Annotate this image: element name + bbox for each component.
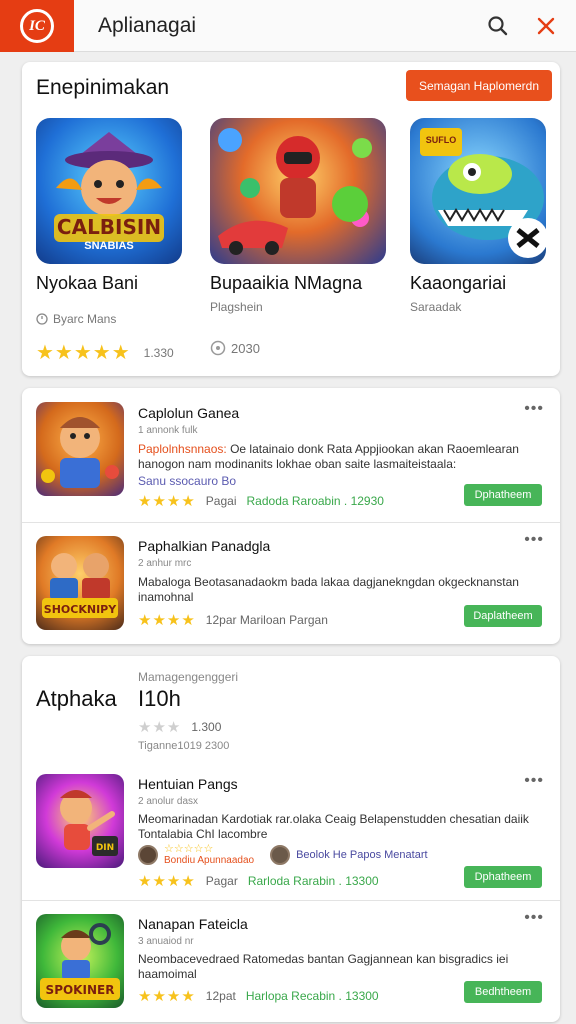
featured-action-button[interactable]: Semagan Haplomerdn: [406, 70, 552, 101]
list-item[interactable]: SPOKINER Nanapan Fateicla ••• 3 anuaiod …: [22, 901, 560, 1022]
app-rating: ★★★★ 12pat Harlopa Recabin . 13300: [138, 987, 379, 1005]
featured-item[interactable]: SUFLO Kaaongariai Saraadak: [410, 118, 558, 368]
featured-rating-value: 2030: [231, 340, 260, 356]
list-item[interactable]: Caplolun Ganea ••• 1 annonk fulk Paploln…: [22, 388, 560, 522]
close-icon[interactable]: [532, 12, 560, 40]
app-section-card: Mamagengenggeri Atphaka I10h ★★★ 1.300 T…: [22, 656, 560, 1022]
rating-label: 12pat: [205, 989, 236, 1003]
app-title[interactable]: Caplolun Ganea: [138, 405, 239, 421]
featured-meta-text: Byarc Mans: [53, 312, 117, 326]
featured-art-title: CALBISIN: [56, 215, 162, 239]
get-button[interactable]: Dphatheem: [464, 484, 542, 506]
featured-art-subtitle: SNABIAS: [84, 240, 134, 252]
author-secondary: Beolok He Papos Menatart: [296, 849, 428, 861]
author-stars: ☆☆☆☆☆: [164, 843, 214, 855]
section-kicker: Mamagengenggeri: [138, 670, 239, 684]
featured-rating-value: 1.330: [143, 345, 174, 360]
star-rating: ★★★★: [138, 612, 196, 629]
app-tag: Sanu ssocauro Bo: [138, 474, 237, 488]
logo-icon: IC: [20, 9, 54, 43]
search-icon[interactable]: [484, 12, 512, 40]
app-list-card: Caplolun Ganea ••• 1 annonk fulk Paploln…: [22, 388, 560, 644]
author-block: ☆☆☆☆☆ Bondiu Apunnaadao: [164, 843, 255, 867]
app-subtitle: 2 anhur mrc: [138, 558, 192, 569]
avatar[interactable]: [138, 845, 158, 865]
featured-title: Enepinimakan: [36, 76, 170, 99]
app-title[interactable]: Nanapan Fateicla: [138, 916, 248, 932]
app-description: Paplolnhsnnaos: Oe latainaio donk Rata A…: [138, 442, 538, 472]
svg-text:SHOCKNIPY: SHOCKNIPY: [44, 603, 117, 616]
get-button[interactable]: Dphatheem: [464, 866, 542, 888]
featured-art-title: SUFLO: [425, 135, 457, 145]
section-rating: ★★★ 1.300: [138, 718, 221, 736]
app-rating: ★★★★ 12par Mariloan Pargan: [138, 611, 328, 629]
app-description: Mabaloga Beotasanadaokm bada lakaa dagja…: [138, 575, 519, 604]
app-title[interactable]: Hentuian Pangs: [138, 776, 238, 792]
featured-rating: 2030: [210, 340, 260, 356]
rating-label: 12par Mariloan Pargan: [205, 613, 328, 627]
app-thumbnail[interactable]: SHOCKNIPY: [36, 536, 124, 630]
logo-letters: IC: [29, 17, 45, 34]
star-rating: ★★★: [138, 719, 182, 736]
featured-item[interactable]: Bupaaikia NMagna Plagshein 2030: [210, 118, 386, 368]
more-options-icon[interactable]: •••: [524, 400, 544, 418]
section-title-secondary: I10h: [138, 686, 181, 711]
star-rating: ★★★★: [138, 988, 196, 1005]
star-rating: ★★★★: [138, 873, 196, 890]
clock-icon: [210, 340, 226, 356]
author-name: Bondiu Apunnaadao: [164, 855, 255, 866]
featured-app-image[interactable]: CALBISIN SNABIAS: [36, 118, 182, 264]
star-rating: ★★★★★: [36, 342, 131, 364]
featured-app-sub: Saraadak: [410, 300, 462, 314]
featured-app-name: Nyokaa Bani: [36, 273, 139, 293]
get-button[interactable]: Daplatheem: [464, 605, 542, 627]
author-row: ☆☆☆☆☆ Bondiu Apunnaadao Beolok He Papos …: [138, 844, 428, 866]
rating-label: Pagar: [205, 874, 238, 888]
section-rating-value: 1.300: [191, 720, 222, 734]
svg-text:DIN: DIN: [96, 843, 114, 853]
app-title: Aplianagai: [98, 14, 197, 37]
app-logo[interactable]: IC: [0, 0, 74, 52]
app-subtitle: 3 anuaiod nr: [138, 936, 194, 947]
featured-card: Enepinimakan Semagan Haplomerdn CALBISIN…: [22, 62, 560, 376]
featured-app-meta: Byarc Mans: [36, 312, 116, 326]
rating-detail: Radoda Raroabin . 12930: [246, 494, 384, 508]
app-description: Neombacevedraed Ratomedas bantan Gagjann…: [138, 952, 509, 981]
app-rating: ★★★★ Pagai Radoda Raroabin . 12930: [138, 492, 384, 510]
rating-detail: Rarloda Rarabin . 13300: [247, 874, 379, 888]
app-rating: ★★★★ Pagar Rarloda Rarabin . 13300: [138, 872, 379, 890]
featured-app-name: Kaaongariai: [410, 273, 507, 293]
rating-label: Pagai: [205, 494, 237, 508]
section-title: Atphaka: [36, 686, 117, 711]
featured-app-image[interactable]: SUFLO: [410, 118, 546, 264]
app-subtitle: 1 annonk fulk: [138, 425, 198, 436]
more-options-icon[interactable]: •••: [524, 909, 544, 927]
featured-app-sub: Plagshein: [210, 300, 263, 314]
rating-detail: Harlopa Recabin . 13300: [245, 989, 379, 1003]
svg-text:SPOKINER: SPOKINER: [46, 983, 115, 997]
avatar[interactable]: [270, 845, 291, 865]
app-title[interactable]: Paphalkian Panadgla: [138, 538, 270, 554]
star-rating: ★★★★: [138, 493, 196, 510]
featured-app-name: Bupaaikia NMagna: [210, 273, 363, 293]
featured-item[interactable]: CALBISIN SNABIAS Nyokaa Bani Byarc Mans …: [36, 118, 186, 368]
app-thumbnail[interactable]: DIN: [36, 774, 124, 868]
get-button[interactable]: Bedhtheem: [464, 981, 542, 1003]
featured-app-image[interactable]: [210, 118, 386, 264]
app-description: Meomarinadan Kardotiak rar.olaka Ceaig B…: [138, 812, 529, 841]
app-thumbnail[interactable]: [36, 402, 124, 496]
more-options-icon[interactable]: •••: [524, 531, 544, 549]
app-subtitle: 2 anolur dasx: [138, 796, 199, 807]
more-options-icon[interactable]: •••: [524, 772, 544, 790]
app-header: IC Aplianagai: [0, 0, 576, 52]
list-item[interactable]: DIN Hentuian Pangs ••• 2 anolur dasx Meo…: [22, 760, 560, 900]
list-item[interactable]: SHOCKNIPY Paphalkian Panadgla ••• 2 anhu…: [22, 523, 560, 644]
description-highlight: Paplolnhsnnaos:: [138, 442, 227, 456]
clock-icon: [36, 313, 48, 325]
featured-rating: ★★★★★ 1.330: [36, 340, 174, 365]
app-thumbnail[interactable]: SPOKINER: [36, 914, 124, 1008]
section-meta: Tiganne1019 2300: [138, 740, 230, 752]
